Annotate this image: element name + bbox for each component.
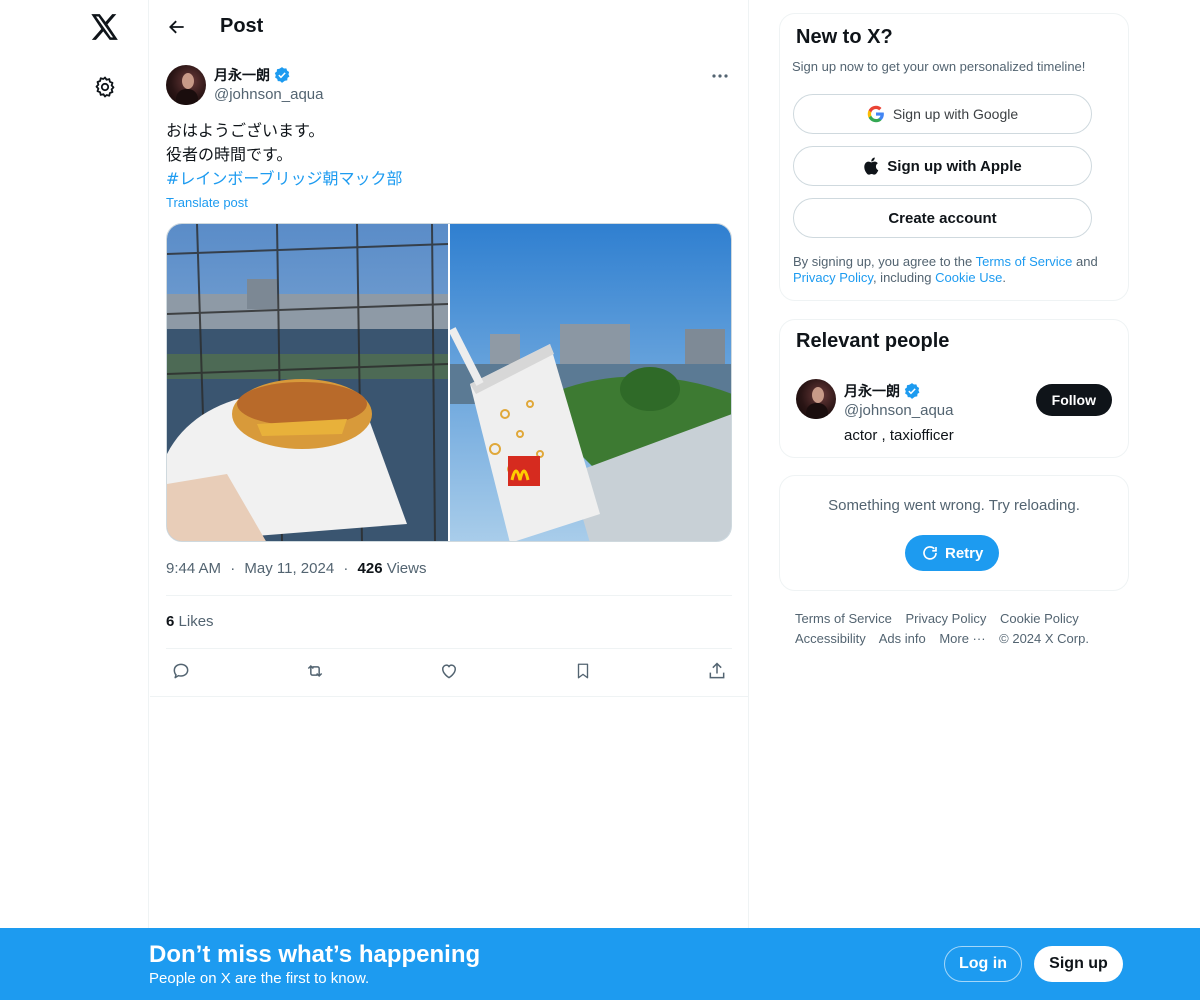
relevant-people-card: Relevant people 月永一朗 @johnson_aqua actor… <box>779 319 1129 458</box>
post-date[interactable]: May 11, 2024 <box>244 560 334 577</box>
relevant-names: 月永一朗 @johnson_aqua <box>844 380 953 422</box>
legal-text: By signing up, you agree to the <box>793 254 976 269</box>
author-names: 月永一朗 @johnson_aqua <box>214 64 323 106</box>
signup-apple-label: Sign up with Apple <box>887 157 1022 175</box>
footer-link[interactable]: Privacy Policy <box>905 611 986 626</box>
post-actions <box>166 660 732 686</box>
footer-links: Terms of Service Privacy Policy Cookie P… <box>795 609 1115 649</box>
x-logo-icon[interactable] <box>88 10 122 44</box>
copyright: © 2024 X Corp. <box>999 631 1089 646</box>
bookmark-icon[interactable] <box>572 660 594 682</box>
divider <box>150 696 748 697</box>
footer-link[interactable]: Accessibility <box>795 631 866 646</box>
error-message: Something went wrong. Try reloading. <box>828 497 1080 514</box>
signup-google-button[interactable]: Sign up with Google <box>793 94 1092 134</box>
likes-label: Likes <box>178 613 214 630</box>
photo-burger[interactable] <box>167 224 448 541</box>
main-column: Post 月永一朗 @johnson_aqua おはようございます。 役者の時間… <box>150 0 749 1000</box>
divider <box>166 648 732 649</box>
signup-apple-button[interactable]: Sign up with Apple <box>793 146 1092 186</box>
banner-subtitle: People on X are the first to know. <box>149 970 370 987</box>
relevant-display-name[interactable]: 月永一朗 <box>844 380 953 402</box>
legal-text: and <box>1072 254 1098 269</box>
create-account-label: Create account <box>888 209 997 227</box>
refresh-icon <box>923 546 937 560</box>
likes-count: 6 <box>166 613 175 630</box>
verified-badge-icon <box>274 67 290 83</box>
divider <box>166 595 732 596</box>
signup-card: New to X? Sign up now to get your own pe… <box>779 13 1129 301</box>
signup-subtitle: Sign up now to get your own personalized… <box>792 59 1086 74</box>
relevant-name-text: 月永一朗 <box>844 384 900 400</box>
signup-legal-text: By signing up, you agree to the Terms of… <box>793 254 1113 286</box>
views-label: Views <box>386 560 427 577</box>
hashtag-link[interactable]: #レインボーブリッジ朝マック部 <box>166 167 402 191</box>
create-account-button[interactable]: Create account <box>793 198 1092 238</box>
post-meta: 9:44 AM · May 11, 2024 · 426 Views <box>166 560 426 577</box>
page-title: Post <box>220 15 264 37</box>
footer-link[interactable]: Ads info <box>879 631 926 646</box>
relevant-handle[interactable]: @johnson_aqua <box>844 402 953 422</box>
reply-icon[interactable] <box>170 660 192 682</box>
footer-link[interactable]: Terms of Service <box>795 611 892 626</box>
google-logo-icon <box>867 105 884 123</box>
translate-post-link[interactable]: Translate post <box>166 195 248 210</box>
share-icon[interactable] <box>706 660 728 682</box>
author-name-text: 月永一朗 <box>214 68 270 84</box>
avatar[interactable] <box>796 379 836 419</box>
author-handle[interactable]: @johnson_aqua <box>214 86 323 106</box>
signup-google-label: Sign up with Google <box>892 106 1019 122</box>
post-text: おはようございます。 役者の時間です。 #レインボーブリッジ朝マック部 <box>166 119 402 191</box>
error-card: Something went wrong. Try reloading. Ret… <box>779 475 1129 591</box>
relevant-title: Relevant people <box>796 330 950 352</box>
post-time[interactable]: 9:44 AM <box>166 560 221 577</box>
post-text-line: 役者の時間です。 <box>166 145 293 164</box>
more-options-icon[interactable] <box>708 66 732 86</box>
banner-title: Don’t miss what’s happening <box>149 941 481 968</box>
relevant-bio: actor , taxiofficer <box>844 427 954 444</box>
apple-logo-icon <box>864 157 879 175</box>
photo-drink[interactable] <box>450 224 731 541</box>
retry-button[interactable]: Retry <box>905 535 1000 571</box>
follow-button[interactable]: Follow <box>1035 384 1112 416</box>
cookie-link[interactable]: Cookie Use <box>935 270 1002 285</box>
legal-text: , including <box>872 270 936 285</box>
post-header: Post <box>150 0 748 53</box>
post-author: 月永一朗 @johnson_aqua <box>166 64 732 108</box>
back-arrow-icon[interactable] <box>164 14 190 40</box>
post-media <box>166 223 732 542</box>
verified-badge-icon <box>904 383 920 399</box>
footer-more-link[interactable]: More ··· <box>939 631 985 646</box>
like-heart-icon[interactable] <box>438 660 460 682</box>
terms-link[interactable]: Terms of Service <box>976 254 1073 269</box>
post-text-line: おはようございます。 <box>166 121 325 140</box>
signup-button[interactable]: Sign up <box>1034 946 1123 982</box>
legal-text: . <box>1002 270 1006 285</box>
repost-icon[interactable] <box>304 660 326 682</box>
signup-title: New to X? <box>796 26 893 48</box>
privacy-link[interactable]: Privacy Policy <box>793 270 873 285</box>
gear-icon[interactable] <box>88 70 122 104</box>
retry-label: Retry <box>945 544 984 562</box>
login-button[interactable]: Log in <box>944 946 1022 982</box>
left-nav <box>0 0 149 1000</box>
avatar[interactable] <box>166 65 206 105</box>
footer-link[interactable]: Cookie Policy <box>1000 611 1079 626</box>
views-count: 426 <box>357 560 383 577</box>
meta-separator: · <box>343 560 349 577</box>
author-display-name[interactable]: 月永一朗 <box>214 64 323 86</box>
meta-separator: · <box>230 560 236 577</box>
likes-stat[interactable]: 6 Likes <box>166 613 214 630</box>
